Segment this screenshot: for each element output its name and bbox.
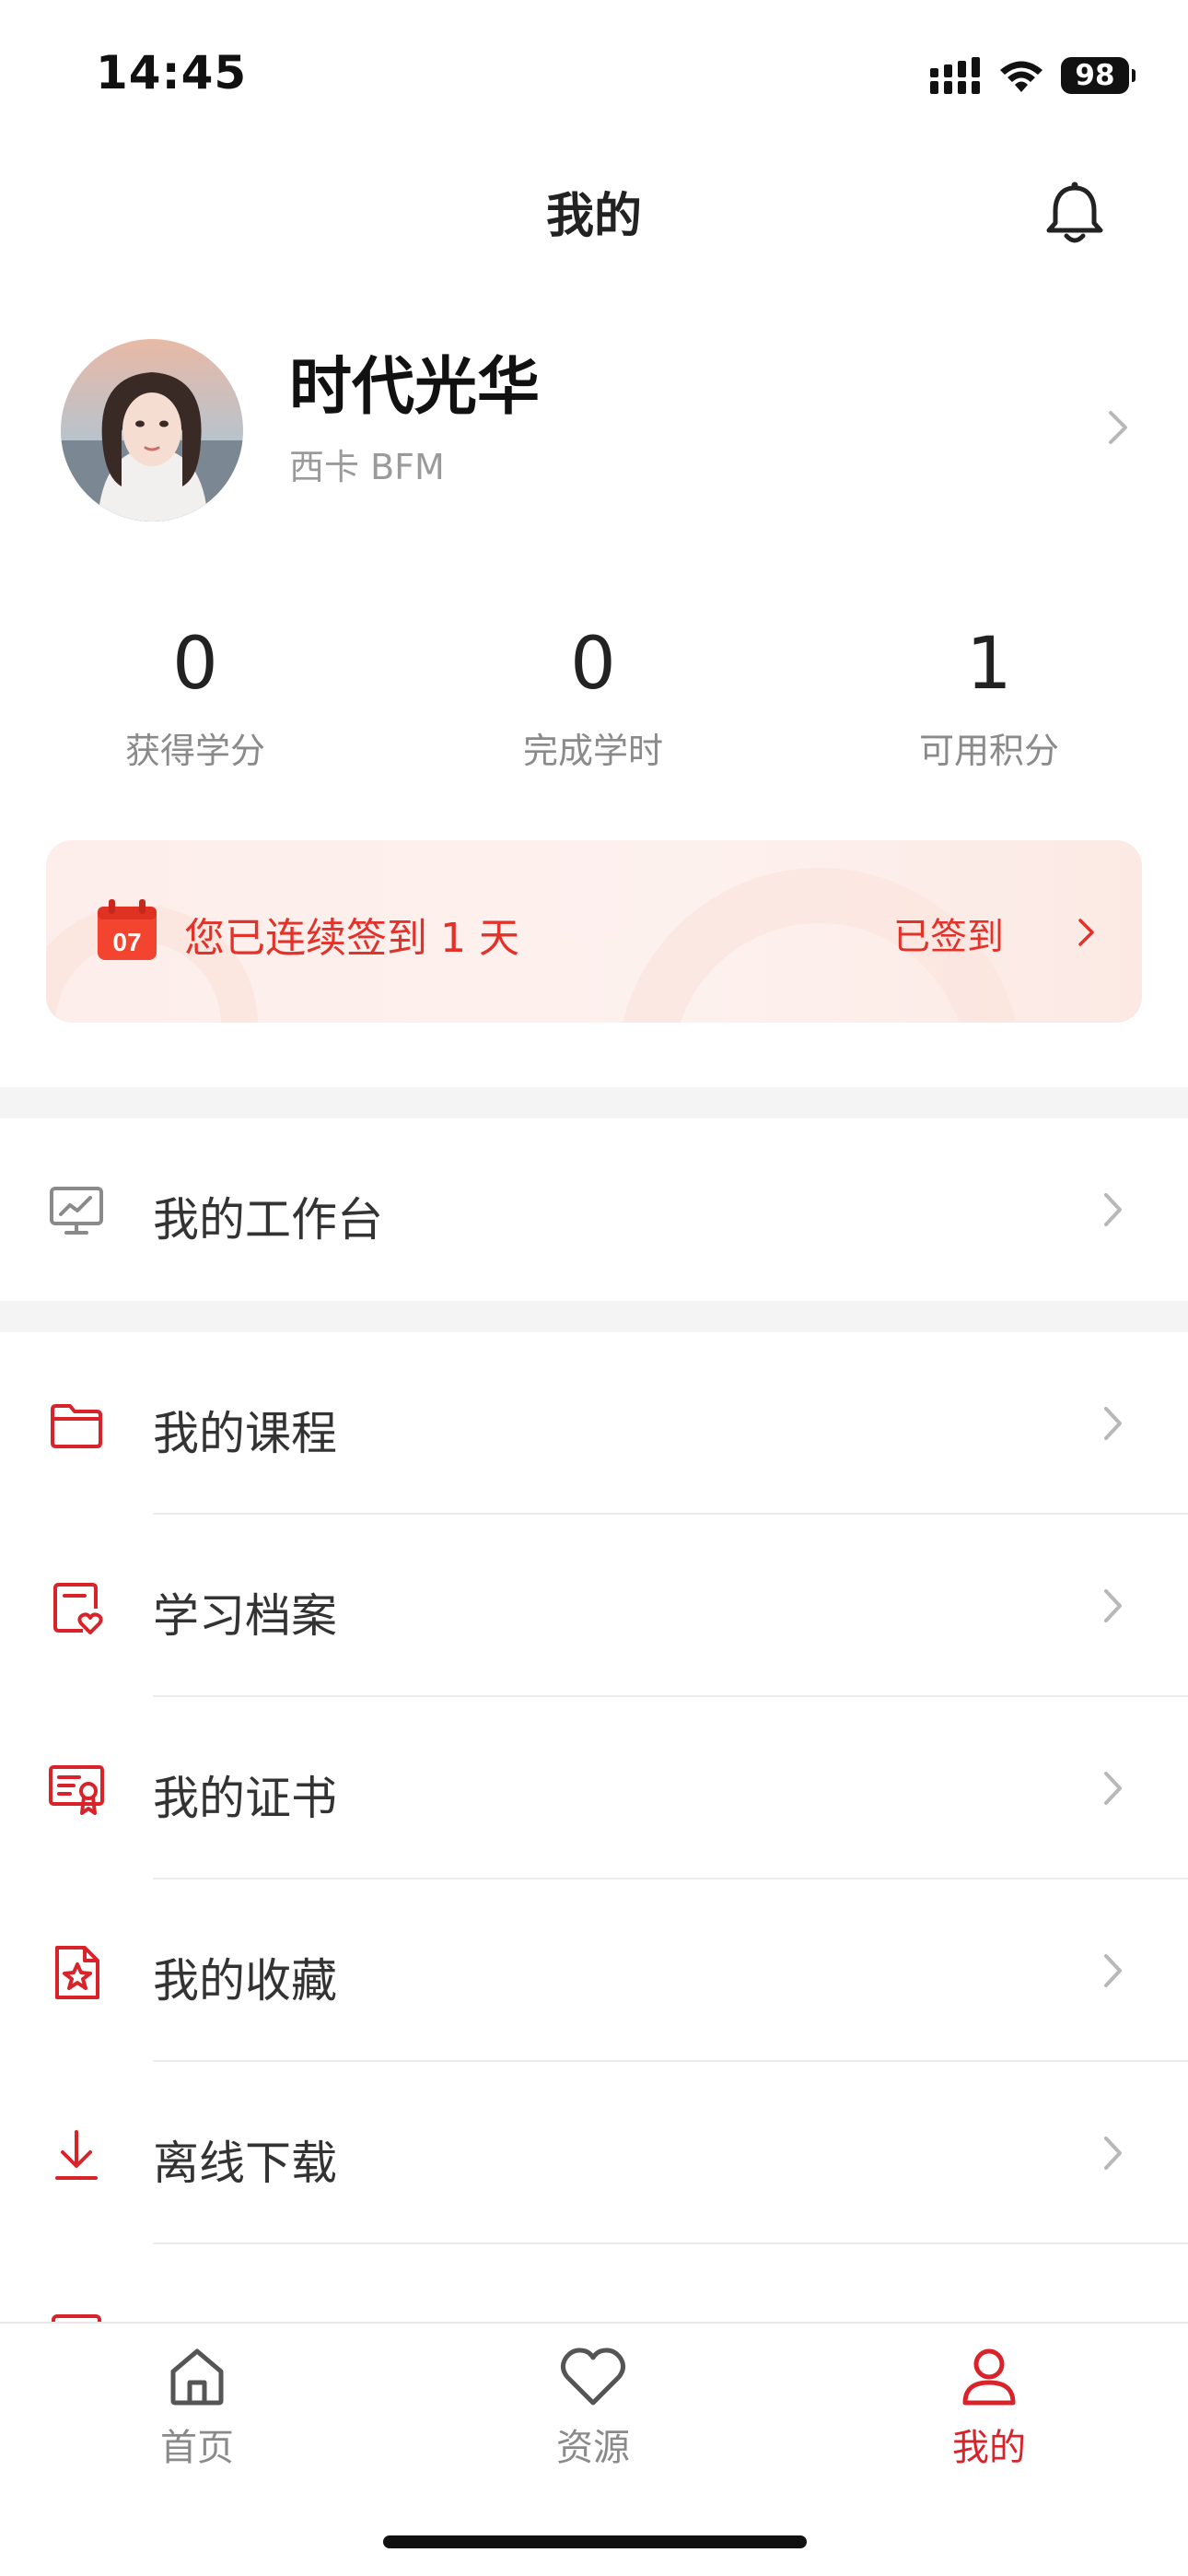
tab-label: 资源 (556, 2427, 630, 2469)
tab-resources[interactable]: 资源 (501, 2344, 685, 2471)
signin-streak-text: 您已连续签到 1 天 (184, 915, 519, 962)
file-heart-icon (53, 1583, 103, 1634)
stat-hours[interactable]: 0 完成学时 (455, 623, 731, 773)
menu-item-offline-download[interactable]: 离线下载 (0, 2062, 1188, 2244)
home-indicator (383, 2535, 807, 2548)
star-document-icon (55, 1946, 99, 1999)
chevron-right-icon (1104, 1589, 1122, 1622)
stat-value: 0 (172, 623, 218, 706)
folder-icon (51, 1404, 102, 1448)
menu-item-label: 我的工作台 (153, 1193, 383, 1247)
calendar-icon: 07 (98, 899, 157, 960)
menu-item-label: 离线下载 (153, 2137, 337, 2190)
tab-label: 我的 (952, 2427, 1026, 2469)
stat-value: 0 (570, 623, 616, 706)
stat-points[interactable]: 1 可用积分 (851, 623, 1127, 773)
tab-home[interactable]: 首页 (105, 2344, 289, 2471)
menu-item-label: 我的课程 (153, 1407, 337, 1460)
stat-label: 可用积分 (918, 731, 1059, 771)
signin-card[interactable]: 07 您已连续签到 1 天 已签到 (46, 840, 1142, 1023)
stat-value: 1 (966, 623, 1012, 706)
cellular-signal-icon (930, 57, 980, 94)
signin-status: 已签到 (893, 916, 1004, 958)
menu-item-workbench[interactable]: 我的工作台 (0, 1118, 1188, 1301)
tab-mine[interactable]: 我的 (897, 2344, 1081, 2471)
battery-indicator: 98 (1061, 57, 1136, 94)
tab-label: 首页 (160, 2427, 234, 2469)
chevron-right-icon[interactable] (1107, 409, 1129, 446)
stat-credits[interactable]: 0 获得学分 (57, 623, 333, 773)
section-separator (0, 1087, 1188, 1118)
wifi-icon (1000, 61, 1042, 92)
status-icons: 98 (930, 55, 1136, 96)
stat-label: 获得学分 (124, 731, 265, 771)
stat-label: 完成学时 (522, 731, 663, 771)
user-name: 时代光华 (289, 351, 541, 424)
section-separator (0, 1301, 1188, 1332)
menu-item-label: 我的证书 (153, 1772, 337, 1825)
chevron-right-icon (1104, 1407, 1122, 1440)
heart-icon (560, 2348, 626, 2406)
stats-row: 0 获得学分 0 完成学时 1 可用积分 (0, 623, 1188, 779)
monitor-chart-icon (50, 1187, 103, 1235)
home-icon (170, 2348, 224, 2406)
menu-item-my-courses[interactable]: 我的课程 (0, 1332, 1188, 1515)
profile-page: 14:45 98 我的 时代光华 西卡 BFM 0 获得学分 0 完成学时 1 … (0, 0, 1188, 2576)
page-title: 我的 (545, 189, 642, 244)
menu-item-favorites[interactable]: 我的收藏 (0, 1879, 1188, 2062)
menu-item-label: 学习档案 (153, 1589, 337, 1643)
bell-icon[interactable] (1044, 181, 1105, 247)
chevron-right-icon (1078, 919, 1094, 946)
chevron-right-icon (1104, 1193, 1122, 1226)
calendar-day: 07 (112, 928, 141, 956)
menu-item-label: 我的收藏 (153, 1954, 337, 2008)
certificate-icon (49, 1765, 104, 1815)
menu-item-learning-archive[interactable]: 学习档案 (0, 1515, 1188, 1697)
chevron-right-icon (1104, 1772, 1122, 1805)
download-icon (55, 2130, 98, 2180)
chevron-right-icon (1104, 1954, 1122, 1987)
chevron-right-icon (1104, 2137, 1122, 2170)
menu-item-certificates[interactable]: 我的证书 (0, 1697, 1188, 1879)
status-time: 14:45 (96, 46, 248, 100)
user-subtitle: 西卡 BFM (289, 447, 445, 487)
avatar[interactable] (61, 339, 243, 521)
user-icon (962, 2348, 1016, 2406)
